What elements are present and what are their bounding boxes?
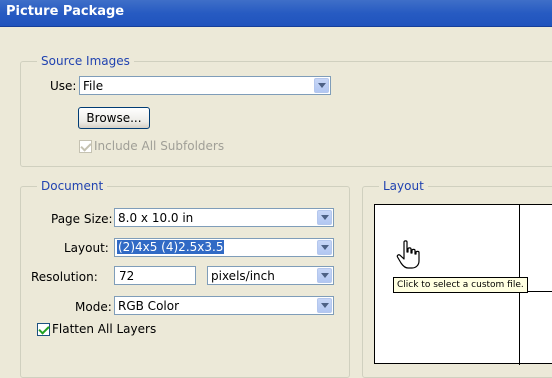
page-size-label: Page Size:	[51, 212, 113, 226]
check-icon	[38, 323, 50, 335]
chevron-down-icon[interactable]	[317, 298, 332, 313]
chevron-down-icon[interactable]	[317, 210, 332, 225]
include-subfolders-checkbox[interactable]	[79, 140, 92, 153]
layout-label: Layout:	[64, 241, 109, 255]
check-icon	[80, 140, 92, 152]
flatten-layers-label: Flatten All Layers	[52, 322, 157, 336]
mode-select[interactable]: RGB Color	[114, 296, 334, 315]
resolution-unit-value: pixels/inch	[211, 269, 275, 283]
chevron-down-icon[interactable]	[314, 78, 329, 93]
title-bar: Picture Package	[0, 0, 552, 27]
layout-label-group: Layout	[379, 179, 428, 193]
flatten-layers-checkbox[interactable]	[37, 323, 50, 336]
hand-pointer-icon	[396, 240, 420, 269]
use-value: File	[83, 79, 104, 93]
mode-value: RGB Color	[118, 299, 180, 313]
mode-label: Mode:	[75, 300, 112, 314]
source-images-label: Source Images	[37, 54, 134, 68]
resolution-label: Resolution:	[31, 270, 98, 284]
resolution-input[interactable]: 72	[114, 266, 196, 285]
layout-select[interactable]: (2)4x5 (4)2.5x3.5	[114, 238, 334, 257]
document-label: Document	[37, 179, 108, 193]
page-size-select[interactable]: 8.0 x 10.0 in	[114, 208, 334, 227]
browse-button[interactable]: Browse...	[78, 107, 150, 129]
use-select[interactable]: File	[79, 76, 331, 95]
chevron-down-icon[interactable]	[317, 268, 332, 283]
chevron-down-icon[interactable]	[317, 240, 332, 255]
layout-tooltip: Click to select a custom file.	[393, 277, 528, 293]
layout-value: (2)4x5 (4)2.5x3.5	[117, 240, 225, 254]
resolution-value: 72	[119, 269, 135, 283]
page-size-value: 8.0 x 10.0 in	[118, 211, 194, 225]
window-title: Picture Package	[6, 4, 125, 19]
include-subfolders-label: Include All Subfolders	[94, 139, 225, 153]
resolution-unit-select[interactable]: pixels/inch	[207, 266, 334, 285]
use-label: Use:	[50, 79, 77, 93]
